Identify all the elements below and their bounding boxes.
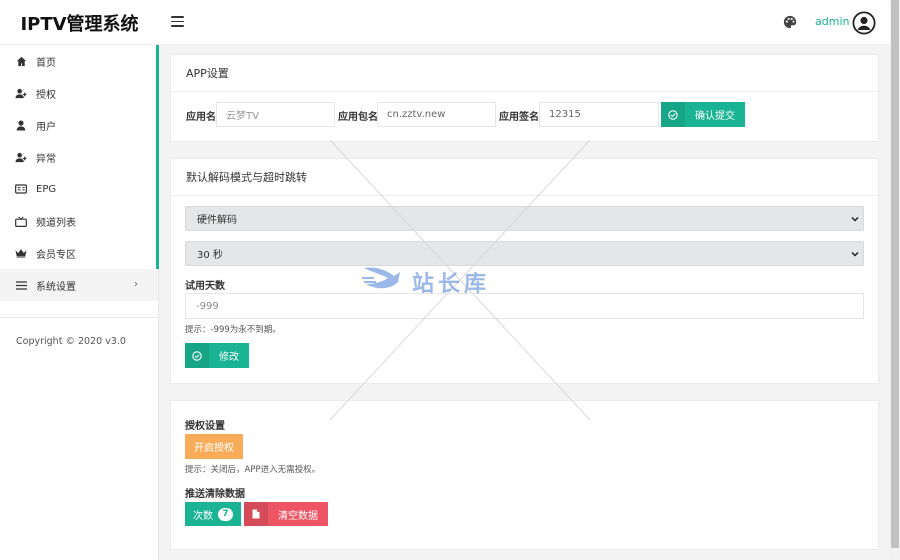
check-circle-icon	[185, 343, 209, 368]
trial-days-input[interactable]: -999	[185, 293, 864, 319]
user-plus-icon	[15, 151, 27, 163]
check-circle-icon	[661, 102, 685, 127]
sidebar-item-label: EPG	[36, 183, 57, 195]
bars-icon	[15, 279, 27, 291]
auth-settings-title: 授权设置	[185, 421, 225, 432]
top-bar: IPTV管理系统 admin	[0, 0, 890, 45]
sidebar-item-vip[interactable]: 会员专区	[0, 237, 158, 269]
clear-data-button-label: 清空数据	[278, 510, 318, 522]
app-logo: IPTV管理系统	[20, 13, 139, 35]
panel-title: 默认解码模式与超时跳转	[171, 159, 878, 196]
app-name-input[interactable]: 云梦TV	[216, 102, 335, 127]
sidebar-item-channels[interactable]: 频道列表	[0, 205, 158, 237]
submit-button-label: 确认提交	[695, 111, 735, 122]
count-button[interactable]: 次数 7	[185, 502, 241, 526]
auth-settings-panel: 授权设置 开启授权 提示：关闭后，APP进入无需授权。 推送清除数据 次数 7 …	[170, 400, 879, 550]
sidebar-item-label: 用户	[36, 121, 56, 133]
tv-icon	[15, 215, 27, 227]
timeout-select[interactable]: 30 秒	[185, 241, 864, 266]
decode-mode-value: 硬件解码	[197, 215, 237, 226]
app-settings-panel: APP设置 应用名 云梦TV 应用包名 cn.zztv.new 应用签名 123…	[170, 54, 879, 142]
user-icon	[15, 119, 27, 131]
decode-settings-panel: 默认解码模式与超时跳转 硬件解码 30 秒 试用天数 -999 提示：-999为…	[170, 158, 879, 384]
menu-icon[interactable]	[171, 16, 184, 27]
app-signature-input[interactable]: 12315	[539, 102, 659, 127]
app-settings-form: 应用名 云梦TV 应用包名 cn.zztv.new 应用签名 12315 确认提…	[171, 102, 878, 128]
sidebar-item-label: 异常	[36, 153, 56, 165]
palette-icon[interactable]	[783, 15, 797, 29]
auth-hint: 提示：关闭后，APP进入无需授权。	[185, 465, 321, 475]
user-plus-icon	[15, 87, 27, 99]
crown-icon	[15, 247, 27, 259]
panel-title: APP设置	[171, 55, 878, 92]
sidebar-item-label: 频道列表	[36, 217, 76, 229]
app-signature-label: 应用签名	[499, 112, 539, 123]
count-button-label: 次数	[193, 510, 213, 522]
submit-button[interactable]: 确认提交	[661, 102, 745, 127]
push-clear-title: 推送清除数据	[185, 489, 245, 500]
sidebar-item-label: 首页	[36, 57, 56, 69]
modify-button[interactable]: 修改	[185, 343, 249, 368]
trial-days-label: 试用天数	[185, 281, 225, 292]
copyright: Copyright © 2020 v3.0	[16, 336, 126, 347]
scrollbar[interactable]	[890, 0, 900, 560]
sidebar-accent-bar	[156, 45, 159, 269]
package-name-input[interactable]: cn.zztv.new	[377, 102, 496, 127]
tv-guide-icon	[15, 183, 27, 195]
scrollbar-thumb[interactable]	[891, 0, 899, 548]
decode-mode-select[interactable]: 硬件解码	[185, 206, 864, 231]
chevron-down-icon	[851, 216, 859, 222]
home-icon	[15, 55, 27, 67]
timeout-value: 30 秒	[197, 250, 223, 261]
enable-auth-button[interactable]: 开启授权	[185, 434, 243, 459]
chevron-down-icon	[851, 251, 859, 257]
sidebar: 首页 授权 用户 异常 EPG 频道列表 会员专区 系统设置 › Copyrig…	[0, 45, 159, 560]
modify-button-label: 修改	[219, 352, 239, 363]
package-name-label: 应用包名	[338, 112, 378, 123]
app-name-label: 应用名	[186, 112, 216, 123]
sidebar-item-users[interactable]: 用户	[0, 109, 158, 141]
sidebar-item-auth[interactable]: 授权	[0, 77, 158, 109]
sidebar-menu: 首页 授权 用户 异常 EPG 频道列表 会员专区 系统设置 ›	[0, 45, 158, 301]
user-circle-icon[interactable]	[852, 11, 876, 35]
sidebar-item-epg[interactable]: EPG	[0, 173, 158, 205]
sidebar-item-exceptions[interactable]: 异常	[0, 141, 158, 173]
sidebar-item-label: 授权	[36, 89, 56, 101]
sidebar-item-label: 系统设置	[36, 281, 76, 293]
clear-data-button[interactable]: 清空数据	[244, 502, 328, 526]
sidebar-item-label: 会员专区	[36, 249, 76, 261]
chevron-right-icon: ›	[134, 279, 138, 290]
sidebar-item-settings[interactable]: 系统设置 ›	[0, 269, 158, 301]
file-icon	[244, 502, 268, 526]
trial-days-hint: 提示：-999为永不到期。	[185, 325, 281, 335]
admin-username[interactable]: admin	[815, 15, 849, 28]
count-badge: 7	[218, 507, 233, 521]
sidebar-item-home[interactable]: 首页	[0, 45, 158, 77]
